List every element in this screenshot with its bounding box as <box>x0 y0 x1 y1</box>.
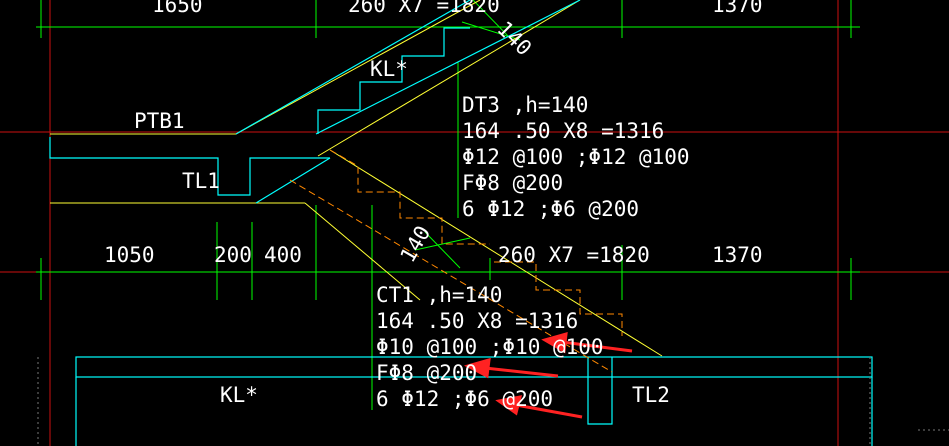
stair-plan-drawing: 1650 260 X7 =1820 1370 1050 200 400 260 … <box>0 0 949 446</box>
dim-bottom-right: 1370 <box>712 243 763 267</box>
label-kl-bottom: KL* <box>220 383 258 407</box>
dim-bottom-mid2: 400 <box>264 243 302 267</box>
dt3-edge-rebar: 6 Φ12 ;Φ6 @200 <box>462 197 639 221</box>
ct1-steps: 164 .50 X8 =1316 <box>376 309 578 333</box>
dim-bottom-mid1: 200 <box>214 243 252 267</box>
arrow-to-distribution-rebar <box>463 357 559 379</box>
thickness-bottom: 140 <box>396 222 436 267</box>
dim-top-middle: 260 X7 =1820 <box>348 0 500 17</box>
ct1-distribution-rebar: FΦ8 @200 <box>376 361 477 385</box>
ct1-edge-rebar: 6 Φ12 ;Φ6 @200 <box>376 387 553 411</box>
dt3-main-rebar: Φ12 @100 ;Φ12 @100 <box>462 145 690 169</box>
thickness-top: 140 <box>492 17 536 61</box>
label-ptb1: PTB1 <box>134 109 185 133</box>
dim-bottom-left: 1050 <box>104 243 155 267</box>
label-tl2: TL2 <box>632 383 670 407</box>
dim-top-right: 1370 <box>712 0 763 17</box>
dim-bottom-middle: 260 X7 =1820 <box>498 243 650 267</box>
stair-edges <box>50 0 663 357</box>
dt3-steps: 164 .50 X8 =1316 <box>462 119 664 143</box>
ct1-main-rebar: Φ10 @100 ;Φ10 @100 <box>376 335 604 359</box>
dt3-distribution-rebar: FΦ8 @200 <box>462 171 563 195</box>
label-kl-top: KL* <box>370 57 408 81</box>
label-tl1: TL1 <box>182 169 220 193</box>
ct1-title: CT1 ,h=140 <box>376 283 502 307</box>
cad-drawing-canvas[interactable]: 1650 260 X7 =1820 1370 1050 200 400 260 … <box>0 0 949 446</box>
dt3-title: DT3 ,h=140 <box>462 93 588 117</box>
dim-top-left: 1650 <box>152 0 203 17</box>
